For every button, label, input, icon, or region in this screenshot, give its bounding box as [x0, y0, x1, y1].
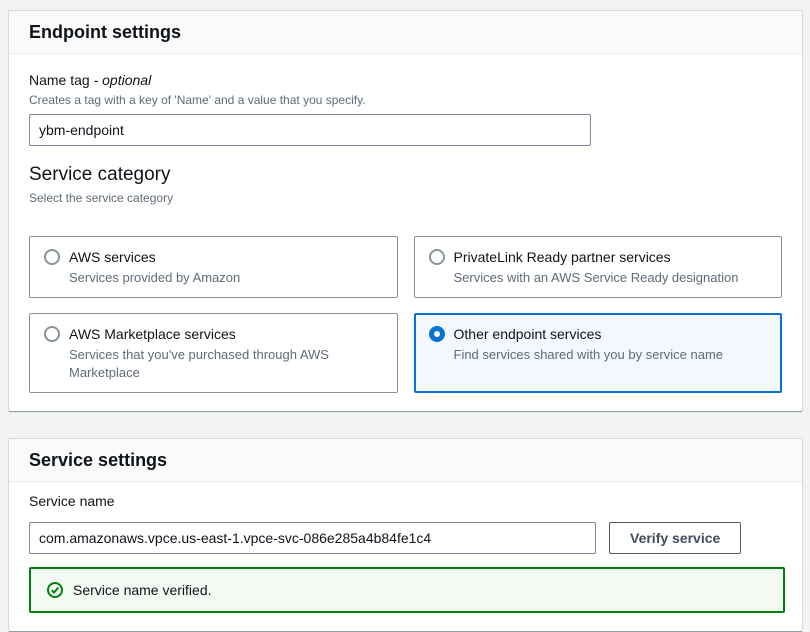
service-category-description: Select the service category [29, 190, 782, 206]
endpoint-settings-title: Endpoint settings [29, 21, 782, 43]
tile-label: AWS services [69, 247, 240, 267]
tile-aws-marketplace-services[interactable]: AWS Marketplace services Services that y… [29, 313, 398, 393]
service-settings-header: Service settings [9, 439, 802, 482]
radio-unchecked-icon[interactable] [44, 249, 60, 265]
verify-service-button[interactable]: Verify service [609, 522, 741, 554]
name-tag-label-text: Name tag [29, 72, 94, 88]
tile-text: Other endpoint services Find services sh… [454, 324, 724, 364]
service-category-heading: Service category [29, 163, 782, 187]
tile-description: Services with an AWS Service Ready desig… [454, 269, 739, 287]
radio-checked-icon[interactable] [429, 326, 445, 342]
endpoint-settings-header: Endpoint settings [9, 11, 802, 54]
tile-text: AWS Marketplace services Services that y… [69, 324, 383, 382]
name-tag-label: Name tag - optional [29, 71, 782, 89]
tile-description: Services that you've purchased through A… [69, 346, 383, 382]
success-check-icon [47, 582, 63, 598]
service-name-input[interactable] [29, 522, 596, 554]
tile-label: AWS Marketplace services [69, 324, 383, 344]
service-category-tiles: AWS services Services provided by Amazon… [29, 236, 782, 393]
tile-other-endpoint-services[interactable]: Other endpoint services Find services sh… [414, 313, 783, 393]
tile-text: AWS services Services provided by Amazon [69, 247, 240, 287]
name-tag-field: Name tag - optional Creates a tag with a… [29, 71, 782, 146]
service-settings-title: Service settings [29, 449, 782, 471]
tile-label: PrivateLink Ready partner services [454, 247, 739, 267]
endpoint-settings-card: Endpoint settings Name tag - optional Cr… [8, 10, 803, 412]
service-name-row: Verify service [29, 522, 782, 554]
name-tag-description: Creates a tag with a key of 'Name' and a… [29, 92, 782, 108]
tile-description: Find services shared with you by service… [454, 346, 724, 364]
radio-unchecked-icon[interactable] [44, 326, 60, 342]
tile-privatelink-ready-partner-services[interactable]: PrivateLink Ready partner services Servi… [414, 236, 783, 298]
tile-text: PrivateLink Ready partner services Servi… [454, 247, 739, 287]
alert-message: Service name verified. [73, 582, 212, 598]
tile-description: Services provided by Amazon [69, 269, 240, 287]
service-settings-card: Service settings Service name Verify ser… [8, 438, 803, 632]
service-verified-alert: Service name verified. [29, 567, 785, 613]
tile-label: Other endpoint services [454, 324, 724, 344]
name-tag-optional-text: - optional [94, 72, 152, 88]
name-tag-input[interactable] [29, 114, 591, 146]
tile-aws-services[interactable]: AWS services Services provided by Amazon [29, 236, 398, 298]
service-name-label: Service name [29, 492, 782, 510]
endpoint-settings-body: Name tag - optional Creates a tag with a… [9, 54, 802, 411]
radio-unchecked-icon[interactable] [429, 249, 445, 265]
service-settings-body: Service name Verify service Service name… [9, 482, 802, 631]
